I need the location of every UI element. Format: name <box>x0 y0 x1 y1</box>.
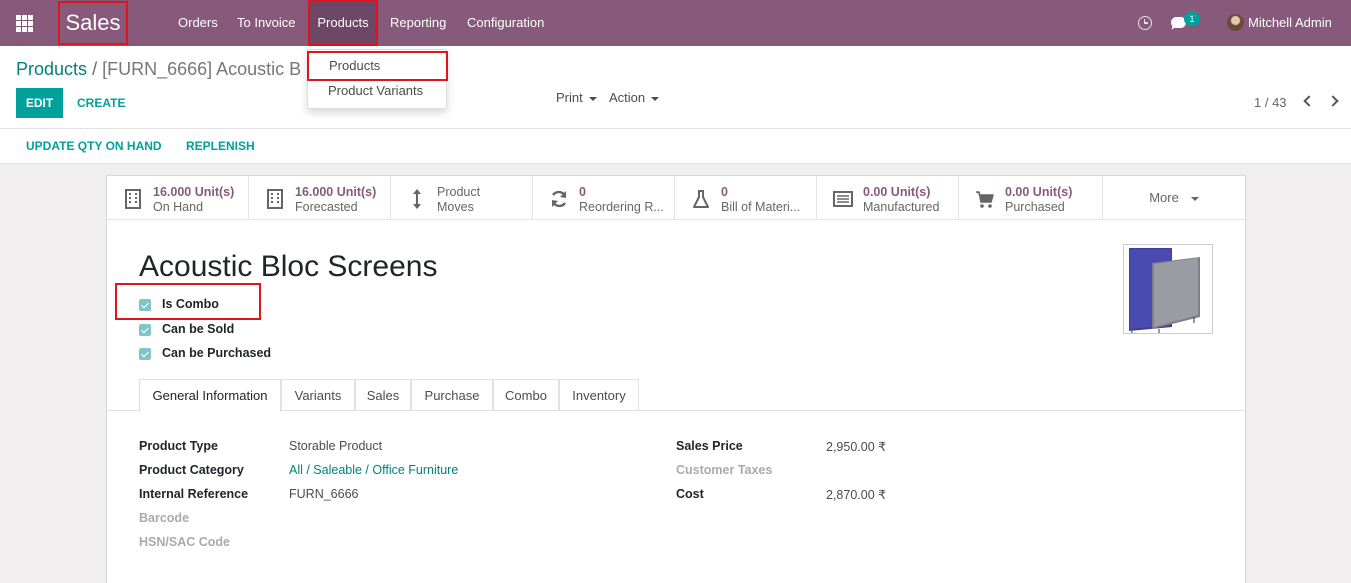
caret-down-icon <box>651 96 660 101</box>
stat-manufactured[interactable]: 0.00 Unit(s) Manufactured <box>817 176 959 220</box>
print-dropdown[interactable]: Print <box>556 90 597 105</box>
replenish-button[interactable]: REPLENISH <box>186 139 255 153</box>
product-title: Acoustic Bloc Screens <box>139 250 438 283</box>
stat-purchased[interactable]: 0.00 Unit(s) Purchased <box>959 176 1103 220</box>
product-type-label: Product Type <box>139 439 218 453</box>
action-dropdown[interactable]: Action <box>609 90 660 105</box>
chevron-right-icon[interactable] <box>1327 95 1339 107</box>
sales-price-value[interactable]: 2,950.00 ₹ <box>826 439 886 454</box>
menu-to-invoice[interactable]: To Invoice <box>237 0 296 46</box>
control-panel: Products / [FURN_6666] Acoustic B EDIT C… <box>0 46 1351 164</box>
stat-label: Product Moves <box>437 185 481 214</box>
stat-label: Forecasted <box>295 200 358 214</box>
caret-down-icon <box>588 96 597 101</box>
up-down-arrow-icon <box>413 189 421 209</box>
barcode-label: Barcode <box>139 511 190 525</box>
refresh-icon <box>551 190 567 208</box>
product-category-link[interactable]: All / Saleable / Office Furniture <box>289 463 458 477</box>
menu-products[interactable]: Products <box>308 0 378 46</box>
building-icon <box>125 189 141 209</box>
edit-button[interactable]: EDIT <box>16 88 63 118</box>
cart-icon <box>976 191 994 208</box>
stat-value: 16.000 Unit(s) <box>295 185 377 199</box>
checkbox-checked-icon[interactable] <box>139 324 151 336</box>
stat-value: 0 <box>721 185 728 199</box>
tab-general-information[interactable]: General Information <box>139 379 281 412</box>
product-type-value[interactable]: Storable Product <box>289 439 382 453</box>
breadcrumb-products-link[interactable]: Products <box>16 59 87 79</box>
customer-taxes-label: Customer Taxes <box>676 463 773 477</box>
cost-label: Cost <box>676 487 704 501</box>
menu-configuration[interactable]: Configuration <box>467 0 544 46</box>
product-image[interactable] <box>1123 244 1213 334</box>
stat-forecasted[interactable]: 16.000 Unit(s) Forecasted <box>249 176 391 220</box>
stat-value: 0.00 Unit(s) <box>1005 185 1073 199</box>
menu-orders[interactable]: Orders <box>178 0 218 46</box>
chat-count-badge: 1 <box>1184 12 1200 26</box>
stat-label: On Hand <box>153 200 204 214</box>
top-navbar: Sales Orders To Invoice Products Reporti… <box>0 0 1351 46</box>
stat-value: 0.00 Unit(s) <box>863 185 931 199</box>
stat-reordering-rules[interactable]: 0 Reordering R... <box>533 176 675 220</box>
tab-variants[interactable]: Variants <box>281 379 355 411</box>
sales-price-label: Sales Price <box>676 439 743 453</box>
activity-clock-icon[interactable] <box>1138 16 1152 30</box>
create-button[interactable]: CREATE <box>77 88 125 118</box>
user-menu[interactable]: Mitchell Admin <box>1248 0 1332 46</box>
print-label: Print <box>556 90 583 105</box>
internal-reference-value[interactable]: FURN_6666 <box>289 487 358 501</box>
dropdown-item-product-variants[interactable]: Product Variants <box>308 76 448 106</box>
flask-icon <box>693 190 709 208</box>
more-label: More <box>1149 190 1179 205</box>
action-bar: UPDATE QTY ON HAND REPLENISH <box>0 128 1351 164</box>
user-avatar[interactable] <box>1227 14 1244 31</box>
tab-combo[interactable]: Combo <box>493 379 559 411</box>
breadcrumb-separator: / <box>92 59 98 79</box>
chevron-left-icon[interactable] <box>1303 95 1315 107</box>
checkbox-checked-icon[interactable] <box>139 348 151 360</box>
update-qty-button[interactable]: UPDATE QTY ON HAND <box>26 139 162 153</box>
tab-inventory[interactable]: Inventory <box>559 379 639 411</box>
smart-button-box: 16.000 Unit(s) On Hand 16.000 Unit(s) Fo… <box>107 176 1245 220</box>
stat-label: Reordering R... <box>579 200 664 214</box>
tab-purchase[interactable]: Purchase <box>411 379 493 411</box>
hsn-sac-code-label: HSN/SAC Code <box>139 535 230 549</box>
checkbox-label: Can be Sold <box>162 322 235 336</box>
menu-reporting[interactable]: Reporting <box>390 0 446 46</box>
more-button[interactable]: More <box>1103 176 1245 220</box>
stat-value: 0 <box>579 185 586 199</box>
acoustic-screen-image <box>1129 248 1200 333</box>
tab-sales[interactable]: Sales <box>355 379 411 411</box>
list-icon <box>833 191 853 207</box>
stat-label: Purchased <box>1005 200 1065 214</box>
action-label: Action <box>609 90 646 105</box>
breadcrumb-current: [FURN_6666] Acoustic B <box>102 59 302 79</box>
cost-value[interactable]: 2,870.00 ₹ <box>826 487 886 502</box>
products-dropdown-menu: Products Product Variants <box>307 49 448 109</box>
app-brand[interactable]: Sales <box>58 1 128 45</box>
pager-value[interactable]: 1 / 43 <box>1254 95 1287 110</box>
form-sheet: 16.000 Unit(s) On Hand 16.000 Unit(s) Fo… <box>106 175 1246 583</box>
checkbox-label: Can be Purchased <box>162 346 272 360</box>
stat-value: 16.000 Unit(s) <box>153 185 235 199</box>
is-combo-highlight-box <box>115 283 261 320</box>
notebook-tabs: General Information Variants Sales Purch… <box>107 379 1245 412</box>
breadcrumb: Products / [FURN_6666] Acoustic B <box>16 59 301 80</box>
stat-on-hand[interactable]: 16.000 Unit(s) On Hand <box>107 176 249 220</box>
stat-bill-of-materials[interactable]: 0 Bill of Materi... <box>675 176 817 220</box>
stat-label: Bill of Materi... <box>721 200 801 214</box>
apps-menu-icon[interactable] <box>16 15 33 32</box>
product-category-label: Product Category <box>139 463 244 477</box>
stat-product-moves[interactable]: Product Moves <box>391 176 533 220</box>
caret-down-icon <box>1190 196 1199 201</box>
stat-label: Manufactured <box>863 200 940 214</box>
building-icon <box>267 189 283 209</box>
internal-reference-label: Internal Reference <box>139 487 249 501</box>
